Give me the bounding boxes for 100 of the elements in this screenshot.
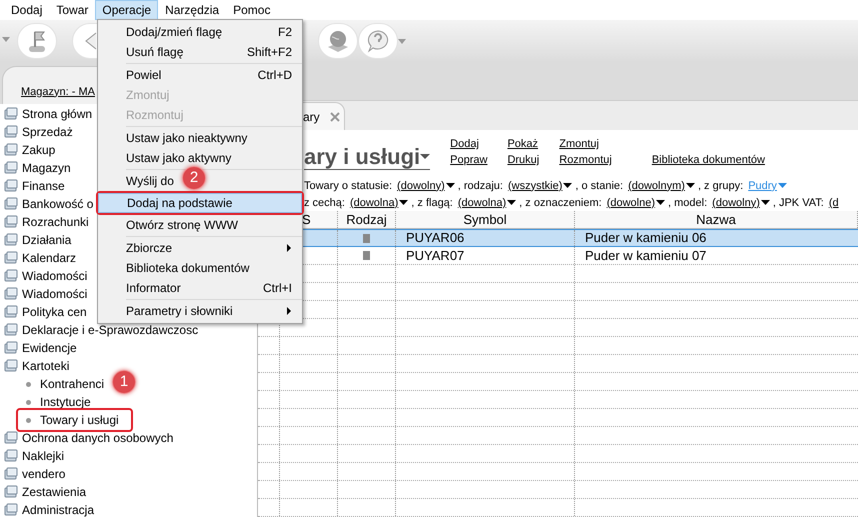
bullet-icon [26, 418, 31, 422]
table-cell-text: Puder w kamieniu 07 [585, 246, 706, 265]
globe-tool-button[interactable] [318, 23, 358, 59]
filter-label: , z grupy: [698, 178, 744, 194]
filter-label: Towary o statusie: [304, 178, 392, 194]
menu-item[interactable]: Ustaw jako aktywny [126, 149, 232, 167]
column-header[interactable]: Rodzaj [338, 211, 396, 228]
menu-item[interactable]: Wyślij do [126, 172, 174, 190]
module-icon [4, 287, 18, 301]
sidebar-item[interactable]: Ochrona danych osobowych [22, 429, 174, 447]
filter-label: , o stanie: [575, 178, 624, 194]
filter-label: z cechą: [304, 196, 345, 211]
filter-dropdown[interactable]: (dowolny) [397, 178, 455, 194]
sidebar-item[interactable]: Bankowość o [22, 195, 94, 213]
column-header[interactable]: Nazwa [575, 211, 858, 228]
menu-item[interactable]: Narzędzia [158, 0, 226, 20]
sidebar-item[interactable]: Administracja [22, 501, 94, 517]
filter-dropdown[interactable]: (dowolny) [712, 194, 770, 212]
warehouse-link[interactable]: Magazyn: - MA [21, 84, 95, 100]
flag-icon [26, 29, 48, 53]
caret-icon [399, 200, 408, 206]
flag-tool-button[interactable] [17, 23, 57, 59]
module-icon [4, 359, 18, 373]
sidebar-item[interactable]: Kalendarz [22, 249, 76, 267]
caret-icon [446, 183, 455, 189]
action-link[interactable]: Popraw [450, 153, 488, 168]
tool-button[interactable] [72, 23, 98, 59]
module-icon [4, 485, 18, 499]
module-icon [4, 215, 18, 229]
sidebar-item[interactable]: Instytucje [40, 393, 91, 411]
shortcut-label: F2 [278, 24, 292, 41]
filter-label: , JPK VAT: [772, 196, 824, 211]
sidebar-item[interactable]: Magazyn [22, 159, 71, 177]
sidebar-item[interactable]: Finanse [22, 177, 65, 195]
menu-item[interactable]: Dodaj [4, 0, 50, 20]
sidebar-item[interactable]: vendero [22, 465, 66, 483]
module-icon [4, 107, 18, 121]
sidebar-item[interactable]: Deklaracje i e-Sprawozdawczosc [22, 321, 198, 339]
table-cell-text: PUYAR07 [406, 246, 464, 265]
filter-label: , z flagą: [411, 196, 453, 211]
sidebar-item[interactable]: Zestawienia [22, 483, 86, 501]
menu-item[interactable]: Biblioteka dokumentów [126, 259, 250, 277]
filter-dropdown[interactable]: (dowolne) [606, 194, 666, 212]
shortcut-label: Ctrl+D [258, 67, 292, 84]
column-header[interactable]: Symbol [396, 211, 575, 228]
sidebar-item[interactable]: Wiadomości [22, 267, 88, 285]
action-link[interactable]: Rozmontuj [559, 153, 612, 168]
page-title[interactable]: ary i usługi [304, 145, 430, 170]
close-icon[interactable] [330, 112, 340, 122]
action-link[interactable]: Biblioteka dokumentów [652, 153, 765, 168]
module-icon [4, 179, 18, 193]
module-icon [4, 197, 18, 211]
sidebar-item[interactable]: Zakup [22, 141, 56, 159]
filter-dropdown[interactable]: Pudry [748, 178, 787, 194]
menu-item[interactable]: Towar [49, 0, 96, 20]
help-icon [366, 29, 390, 53]
action-link[interactable]: Zmontuj [559, 137, 612, 152]
filter-dropdown[interactable]: (d [828, 194, 839, 212]
caret-icon[interactable] [398, 39, 406, 45]
caret-icon [686, 183, 695, 189]
menu-item[interactable]: Parametry i słowniki [126, 302, 233, 320]
action-link[interactable]: Dodaj [450, 137, 488, 152]
table-cell-text: PUYAR06 [406, 229, 464, 248]
caret-icon [760, 200, 770, 206]
caret-icon[interactable] [2, 37, 10, 43]
action-link[interactable]: Drukuj [507, 153, 540, 168]
sidebar-item[interactable]: Działania [22, 231, 72, 249]
caret-icon [420, 154, 430, 160]
table-cell-text: Puder w kamieniu 06 [585, 229, 706, 248]
menu-item[interactable]: Informator [126, 279, 181, 297]
sidebar-item[interactable]: Kartoteki [22, 357, 70, 375]
sidebar-item[interactable]: Naklejki [22, 447, 64, 465]
menu-item[interactable]: Zbiorcze [126, 239, 172, 257]
menu-item[interactable]: Ustaw jako nieaktywny [126, 129, 248, 147]
filter-label: , rodzaju: [458, 178, 503, 194]
sidebar-item[interactable]: Wiadomości [22, 285, 88, 303]
caret-icon [507, 200, 516, 206]
sidebar-item[interactable]: Polityka cen [22, 303, 87, 321]
sidebar-item[interactable]: Strona główn [22, 105, 92, 123]
sidebar-item[interactable]: Towary i usługi [40, 411, 119, 429]
menu-item[interactable]: Pomoc [226, 0, 278, 20]
action-link[interactable]: Pokaż [507, 137, 540, 152]
menu-item[interactable]: Powiel [126, 66, 162, 84]
sidebar-item[interactable]: Sprzedaż [22, 123, 73, 141]
menu-item[interactable]: Usuń flagę [126, 43, 184, 61]
bullet-icon [26, 400, 31, 404]
menu-item[interactable]: Operacje [95, 0, 158, 20]
filter-label: , z oznaczeniem: [519, 196, 602, 211]
sidebar-item[interactable]: Kontrahenci [40, 375, 104, 393]
menu-item[interactable]: Otwórz stronę WWW [126, 216, 238, 234]
sidebar-item[interactable]: Rozrachunki [22, 213, 89, 231]
sidebar-item[interactable]: Ewidencje [22, 339, 77, 357]
help-tool-button[interactable] [358, 23, 398, 59]
menu-item[interactable]: Dodaj/zmień flagę [126, 23, 222, 41]
menu-item[interactable]: Dodaj na podstawie [98, 193, 302, 213]
filter-dropdown[interactable]: (dowolnym) [628, 178, 695, 194]
filter-dropdown[interactable]: (wszystkie) [508, 178, 572, 194]
filter-dropdown[interactable]: (dowolna) [458, 194, 516, 212]
filter-dropdown[interactable]: (dowolna) [350, 194, 408, 212]
module-icon [4, 251, 18, 265]
